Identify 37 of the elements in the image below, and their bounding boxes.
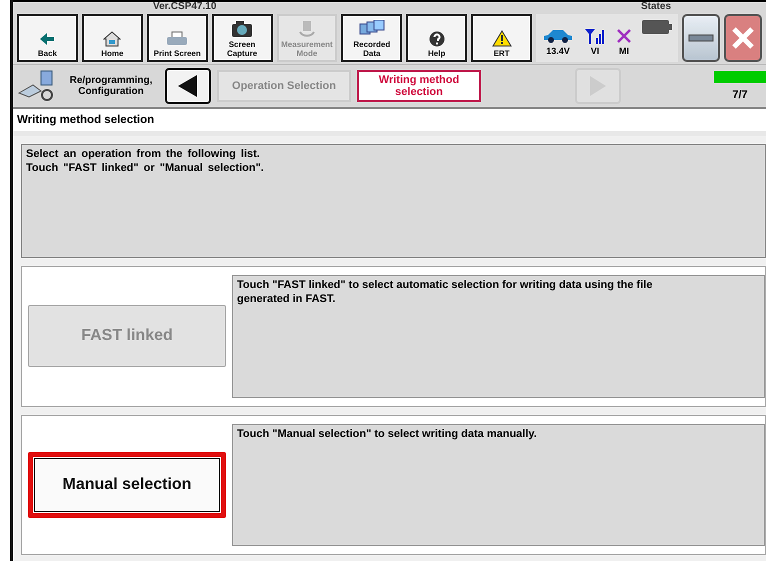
toolbar-button[interactable]: Recorded Data bbox=[341, 14, 402, 62]
breadcrumb-step[interactable]: Writing method selection bbox=[357, 70, 481, 102]
instruction-text: Touch "FAST linked" or "Manual selection". bbox=[26, 161, 265, 175]
toolbar-button[interactable]: Home bbox=[82, 14, 143, 62]
car-icon bbox=[542, 28, 574, 44]
back-step-button[interactable] bbox=[165, 68, 211, 104]
back-arrow-icon bbox=[39, 31, 56, 47]
house-icon bbox=[103, 31, 122, 47]
app-section-label: Re/programming, Configuration bbox=[68, 75, 154, 97]
status-label: MI bbox=[619, 46, 629, 56]
close-button[interactable] bbox=[724, 14, 762, 62]
status-label: VI bbox=[590, 46, 600, 56]
toolbar-button[interactable]: Help bbox=[406, 14, 468, 62]
instruction-text: Select an operation from the following list. bbox=[26, 147, 261, 161]
minimize-button[interactable] bbox=[682, 14, 720, 62]
close-icon bbox=[731, 26, 755, 50]
cross-icon bbox=[616, 28, 632, 44]
left-triangle-icon bbox=[177, 74, 199, 98]
status-label: 13.4V bbox=[546, 46, 570, 56]
minimize-icon bbox=[688, 34, 714, 42]
option-description: Touch "FAST linked" to select automatic selection for writing data using the file generated in FAST. bbox=[232, 275, 765, 398]
help-icon bbox=[428, 31, 445, 47]
progress-label: 7/7 bbox=[732, 89, 748, 101]
camera-icon bbox=[231, 20, 254, 38]
option-description: Touch "Manual selection" to select writing data manually. bbox=[232, 424, 765, 546]
option-button[interactable]: Manual selection bbox=[28, 452, 226, 518]
warning-icon bbox=[492, 30, 512, 47]
toolbar-button[interactable]: Print Screen bbox=[146, 14, 208, 62]
states-label: States bbox=[640, 2, 671, 12]
toolbar-button[interactable]: Back bbox=[17, 14, 78, 62]
version-label: Ver.CSP47.10 bbox=[153, 2, 216, 12]
signal-icon bbox=[584, 28, 606, 44]
toolbar-button[interactable]: Screen Capture bbox=[212, 14, 272, 62]
battery-icon bbox=[642, 20, 672, 34]
printer-icon bbox=[166, 31, 188, 47]
toolbar-button[interactable]: ERT bbox=[471, 14, 532, 62]
meter-icon bbox=[298, 20, 316, 38]
